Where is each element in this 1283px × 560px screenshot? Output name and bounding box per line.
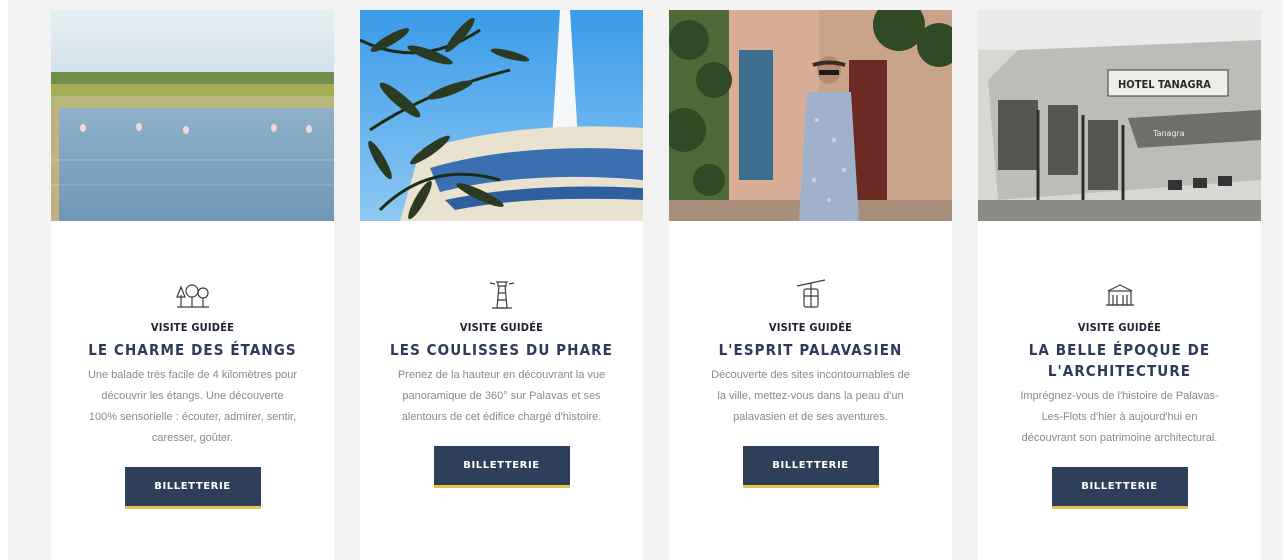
tour-photo-etangs[interactable] [51, 10, 334, 221]
tour-title: LA BELLE ÉPOQUE DE L'ARCHITECTURE [1028, 341, 1211, 380]
tour-card-body: Visite guidée LA BELLE ÉPOQUE DE L'ARCHI… [978, 221, 1261, 509]
tour-type: Visite guidée [1077, 321, 1162, 334]
tour-title: LES COULISSES DU PHARE [390, 341, 613, 359]
tour-card-body: Visite guidée L'ESPRIT PALAVASIEN Découv… [669, 221, 952, 488]
ticketing-button[interactable]: BILLETTERIE [433, 446, 570, 488]
tour-description: Une balade très facile de 4 kilomètres p… [87, 369, 298, 444]
tour-card-body: Visite guidée LE CHARME DES ÉTANGS Une b… [51, 221, 334, 509]
tour-title: L'ESPRIT PALAVASIEN [718, 341, 903, 359]
tour-title: LE CHARME DES ÉTANGS [88, 341, 297, 359]
ticketing-button[interactable]: BILLETTERIE [124, 467, 261, 509]
tour-card-etangs: Visite guidée LE CHARME DES ÉTANGS Une b… [51, 10, 334, 560]
tour-card-architecture: HOTEL TANAGRA Tanagra VISITE GUIDÉE LA B… [978, 10, 1261, 560]
tour-description: Imprégnez-vous de l'histoire de Palavas-… [1020, 390, 1219, 444]
tour-type: Visite guidée [150, 321, 235, 334]
tour-photo-phare[interactable] [360, 10, 643, 221]
tour-description: Découverte des sites incontournables de … [711, 369, 910, 423]
cable-car-icon [796, 279, 825, 308]
tour-card-phare: Visite guidée LES COULISSES DU PHARE Pre… [360, 10, 643, 560]
building-icon [1105, 284, 1134, 306]
trees-icon [175, 284, 209, 308]
tour-card-palavasien: Visite guidée L'ESPRIT PALAVASIEN Découv… [669, 10, 952, 560]
tour-cards: Visite guidée LE CHARME DES ÉTANGS Une b… [51, 10, 1261, 560]
left-margin [0, 0, 8, 560]
lighthouse-icon [489, 281, 514, 309]
hotel-sign: HOTEL TANAGRA [1118, 78, 1211, 91]
tour-type: Visite guidée [768, 321, 853, 334]
ticketing-button[interactable]: BILLETTERIE [742, 446, 879, 488]
tour-photo-palavasien[interactable] [669, 10, 952, 221]
tour-photo-architecture[interactable]: HOTEL TANAGRA Tanagra [978, 10, 1261, 221]
tour-description: Prenez de la hauteur en découvrant la vu… [397, 369, 606, 423]
ticketing-button[interactable]: BILLETTERIE [1051, 467, 1188, 509]
awning-sign: Tanagra [1152, 129, 1185, 138]
tour-card-body: Visite guidée LES COULISSES DU PHARE Pre… [360, 221, 643, 488]
tour-type: Visite guidée [459, 321, 544, 334]
